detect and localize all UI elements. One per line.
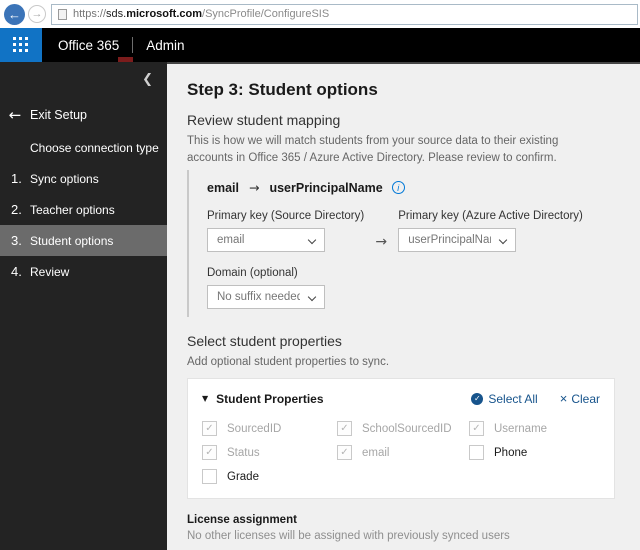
triangle-down-icon: ▼ [202, 394, 209, 404]
forward-arrow-icon: → [31, 8, 43, 20]
domain-select[interactable]: No suffix needed [207, 285, 325, 310]
chevron-down-icon [498, 236, 508, 245]
checkbox-label: Username [494, 422, 548, 435]
sidebar-item-review[interactable]: 4. Review [0, 256, 167, 287]
select-properties-heading: Select student properties [187, 333, 342, 350]
header-divider [132, 37, 134, 53]
mapping-group: email → userPrincipalName i Primary key … [187, 170, 616, 318]
sidebar-item-label: Review [30, 264, 70, 279]
license-description: No other licenses will be assigned with … [187, 530, 510, 543]
student-properties-label: Student Properties [216, 391, 324, 406]
checkbox-phone[interactable]: ✓ Phone [469, 445, 600, 461]
back-arrow-icon: ← [8, 6, 21, 22]
sidebar-item-exit-setup[interactable]: ← Exit Setup [0, 98, 167, 132]
sidebar-item-label: Student options [30, 233, 114, 248]
select-all-label: Select All [488, 391, 538, 406]
header-admin-label[interactable]: Admin [146, 38, 184, 53]
target-key-field: Primary key (Azure Active Directory) use… [398, 210, 583, 253]
domain-value: No suffix needed [217, 291, 300, 304]
checkbox-status: ✓ Status [202, 445, 337, 461]
app-launcher-button[interactable] [0, 28, 42, 62]
sidebar-item-label: Teacher options [30, 202, 115, 217]
select-properties-description: Add optional student properties to sync. [187, 356, 390, 369]
app-header: Office 365 Admin [0, 28, 640, 62]
clear-button[interactable]: × Clear [560, 391, 600, 406]
checkbox-username: ✓ Username [469, 421, 600, 437]
sidebar-item-label: Choose connection type [30, 140, 159, 155]
notification-badge [118, 57, 133, 62]
student-properties-toggle[interactable]: ▼ Student Properties [202, 392, 324, 406]
browser-back-button[interactable]: ← [4, 3, 25, 25]
checkbox-sourcedid: ✓ SourcedID [202, 421, 337, 437]
page-icon [58, 8, 67, 20]
source-key-select[interactable]: email [207, 228, 325, 253]
url-text: https://sds.microsoft.com/SyncProfile/Co… [73, 8, 330, 20]
checkbox-label: Status [227, 446, 260, 459]
target-key-select[interactable]: userPrincipalName [398, 228, 517, 253]
waffle-icon [12, 36, 30, 54]
domain-field: Domain (optional) No suffix needed [207, 267, 616, 310]
target-key-label: Primary key (Azure Active Directory) [398, 210, 583, 223]
info-icon[interactable]: i [391, 181, 405, 195]
sidebar-item-student-options[interactable]: 3. Student options [0, 225, 167, 256]
domain-label: Domain (optional) [207, 267, 298, 280]
mapping-summary: email → userPrincipalName i [207, 180, 616, 195]
setup-sidebar: ❮ ← Exit Setup Choose connection type 1.… [0, 62, 167, 550]
mapping-source-field: email [207, 180, 239, 195]
review-mapping-description: This is how we will match students from … [187, 135, 559, 164]
exit-setup-label: Exit Setup [30, 108, 87, 122]
checkbox-schoolsourcedid: ✓ SchoolSourcedID [337, 421, 469, 437]
header-brand-area: Office 365 Admin [42, 28, 185, 62]
step-number: 4. [11, 264, 22, 279]
checkbox-email: ✓ email [337, 445, 469, 461]
properties-checkbox-grid: ✓ SourcedID ✓ SchoolSourcedID ✓ Username… [202, 421, 600, 485]
checkbox-icon: ✓ [202, 445, 217, 461]
checkbox-label: SourcedID [227, 422, 282, 435]
step-number: 2. [11, 202, 22, 217]
source-key-field: Primary key (Source Directory) email [207, 210, 365, 253]
source-key-value: email [217, 234, 245, 247]
checkbox-icon: ✓ [337, 421, 352, 437]
sidebar-item-teacher-options[interactable]: 2. Teacher options [0, 194, 167, 225]
main-content: Step 3: Student options Review student m… [167, 62, 640, 550]
sidebar-collapse-icon[interactable]: ❮ [142, 72, 153, 87]
checkbox-icon: ✓ [337, 445, 352, 461]
checkbox-label: SchoolSourcedID [362, 422, 452, 435]
checkbox-grade[interactable]: ✓ Grade [202, 469, 337, 485]
browser-chrome: ← → https://sds.microsoft.com/SyncProfil… [0, 0, 640, 28]
sidebar-item-sync-options[interactable]: 1. Sync options [0, 163, 167, 194]
x-icon: × [559, 391, 568, 407]
chevron-down-icon [307, 236, 317, 245]
chevron-down-icon [307, 293, 317, 302]
target-key-value: userPrincipalName [408, 234, 491, 247]
mapping-target-field: userPrincipalName [269, 180, 383, 195]
sidebar-item-choose-connection-type[interactable]: Choose connection type [0, 132, 167, 163]
checkbox-icon: ✓ [202, 421, 217, 437]
checkbox-icon: ✓ [202, 469, 217, 485]
student-properties-card: ▼ Student Properties ✓ Select All × Clea… [187, 378, 615, 500]
select-all-button[interactable]: ✓ Select All [471, 391, 538, 406]
license-heading: License assignment [187, 514, 297, 527]
checkbox-icon: ✓ [469, 421, 484, 437]
address-bar[interactable]: https://sds.microsoft.com/SyncProfile/Co… [51, 3, 638, 25]
browser-forward-button[interactable]: → [28, 5, 46, 23]
brand-office365[interactable]: Office 365 [58, 38, 119, 53]
circle-check-icon: ✓ [471, 392, 484, 405]
step-number: 3. [11, 233, 22, 248]
checkbox-label: Phone [494, 446, 528, 459]
clear-label: Clear [571, 391, 600, 406]
checkbox-label: email [362, 446, 390, 459]
source-key-label: Primary key (Source Directory) [207, 210, 365, 223]
checkbox-label: Grade [227, 470, 259, 483]
checkbox-icon: ✓ [469, 445, 484, 461]
page-title: Step 3: Student options [187, 80, 378, 99]
sidebar-item-label: Sync options [30, 171, 99, 186]
back-arrow-icon: ← [8, 106, 22, 124]
mapping-arrow-icon: → [248, 180, 260, 196]
step-number: 1. [11, 171, 22, 186]
mapping-arrow-icon: → [375, 234, 388, 251]
review-mapping-heading: Review student mapping [187, 112, 341, 128]
